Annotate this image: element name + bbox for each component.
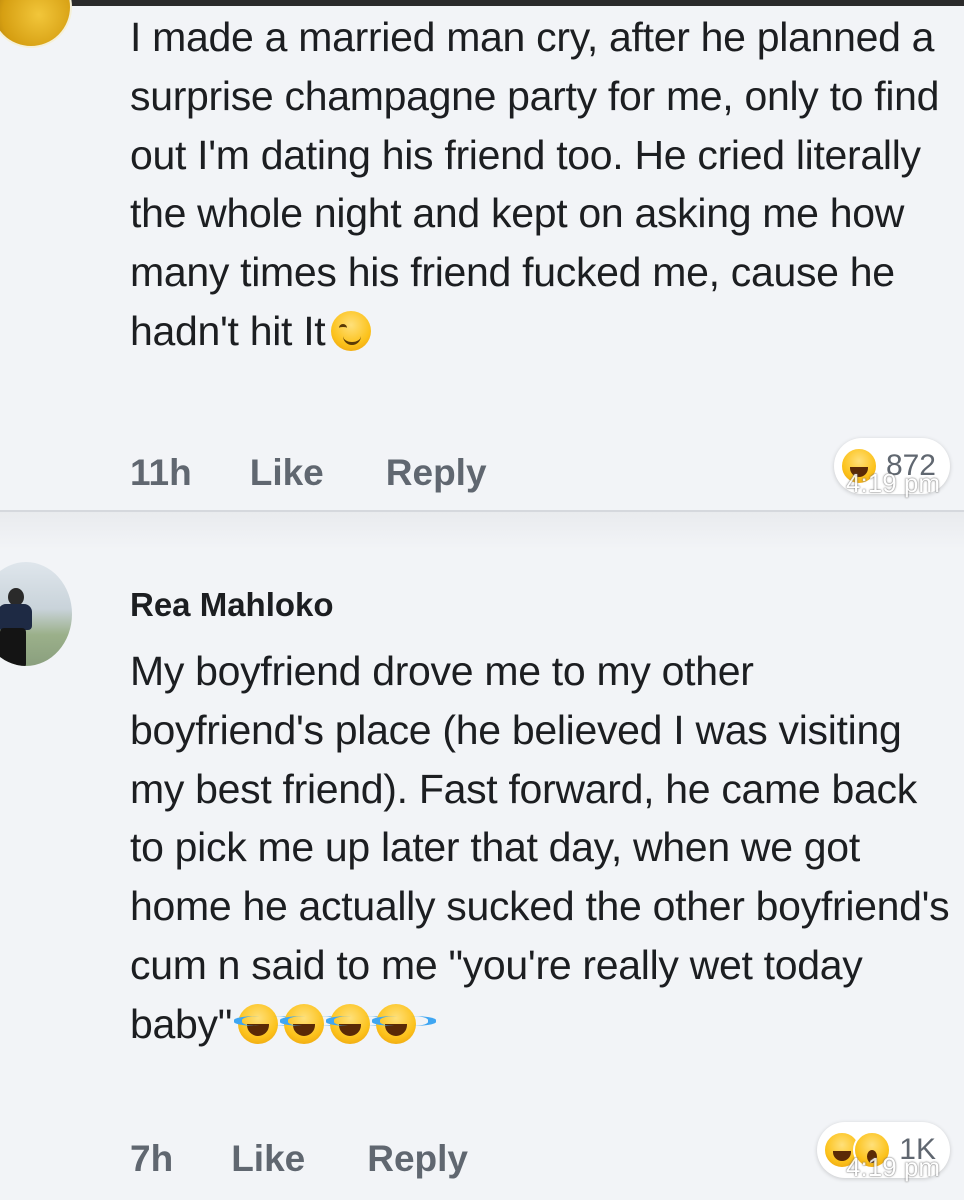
comment-divider bbox=[0, 510, 964, 550]
comment-text: I made a married man cry, after he plann… bbox=[130, 8, 950, 361]
commenter-avatar[interactable] bbox=[0, 0, 72, 48]
commenter-avatar[interactable] bbox=[0, 562, 72, 666]
reply-button[interactable]: Reply bbox=[386, 452, 487, 494]
comment-author-name[interactable]: Rea Mahloko bbox=[130, 586, 334, 624]
avatar-figure-legs bbox=[0, 628, 26, 666]
comment-timestamp[interactable]: 11h bbox=[130, 452, 192, 494]
comment-1: I made a married man cry, after he plann… bbox=[0, 0, 964, 510]
comment-2: Rea Mahloko My boyfriend drove me to my … bbox=[0, 550, 964, 1200]
tears-of-joy-icon bbox=[279, 1003, 344, 1044]
comment-body: My boyfriend drove me to my other boyfri… bbox=[130, 648, 950, 1047]
like-button[interactable]: Like bbox=[250, 452, 324, 494]
reply-button[interactable]: Reply bbox=[367, 1138, 468, 1180]
comment-actions: 7h Like Reply bbox=[130, 1138, 468, 1180]
timestamp-watermark: 4:19 pm bbox=[846, 468, 940, 498]
comment-text: My boyfriend drove me to my other boyfri… bbox=[130, 642, 950, 1054]
like-button[interactable]: Like bbox=[231, 1138, 305, 1180]
comment-body: I made a married man cry, after he plann… bbox=[130, 14, 940, 354]
timestamp-watermark: 4:19 pm bbox=[846, 1152, 940, 1182]
tears-of-joy-icon bbox=[325, 1003, 390, 1044]
comment-actions: 11h Like Reply bbox=[130, 452, 487, 494]
tears-of-joy-icon bbox=[371, 1003, 436, 1044]
avatar-figure-torso bbox=[0, 604, 32, 630]
comment-timestamp[interactable]: 7h bbox=[130, 1138, 173, 1180]
smirking-face-icon bbox=[331, 310, 372, 351]
tears-of-joy-icon bbox=[233, 1003, 298, 1044]
